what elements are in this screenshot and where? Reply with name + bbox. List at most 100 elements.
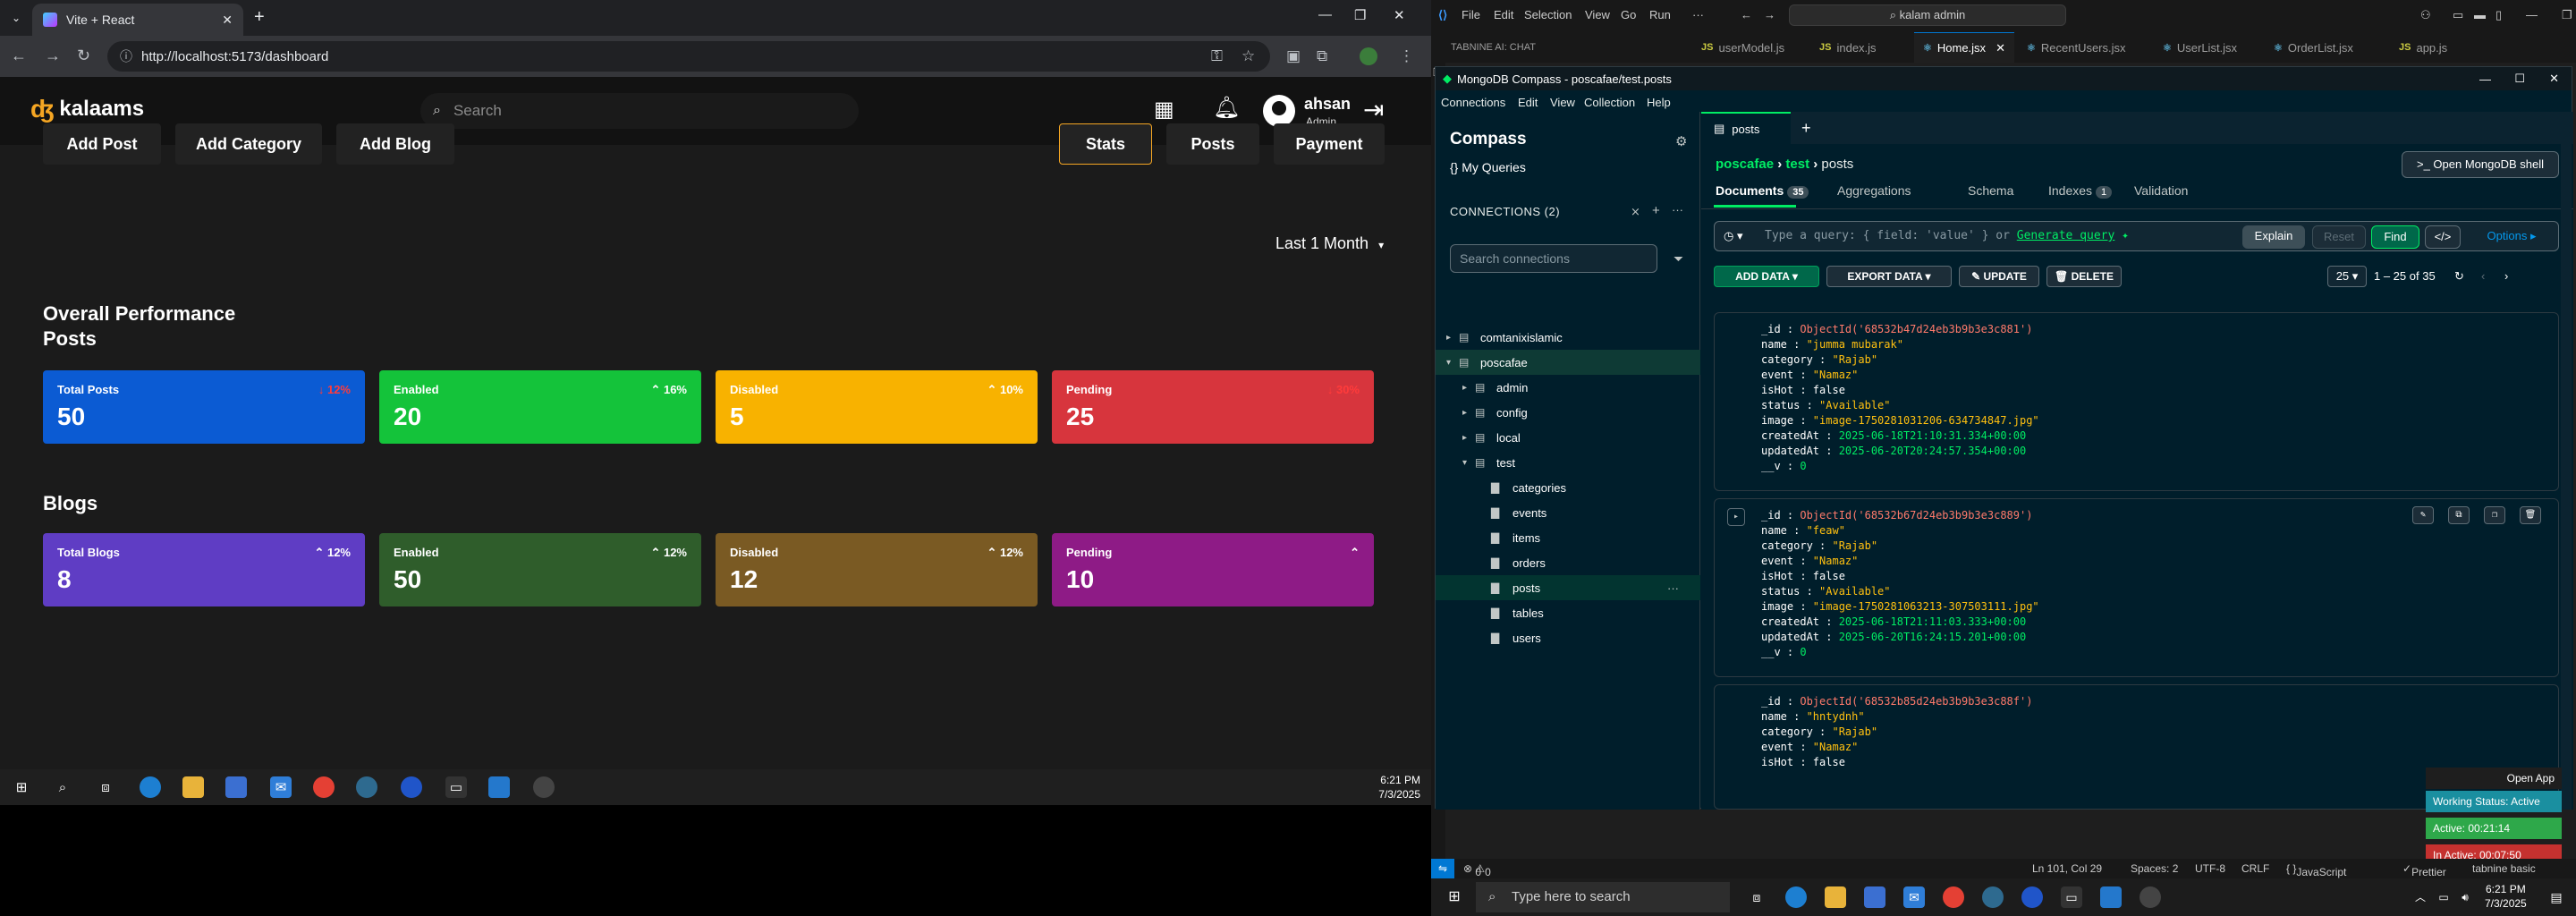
panel-icon[interactable]: ▬ (2474, 8, 2486, 21)
tab-aggregations[interactable]: Aggregations (1837, 183, 1911, 198)
menu-[interactable]: ··· (1692, 8, 1704, 21)
tree-item-posts[interactable]: ▇ posts ··· (1436, 575, 1700, 600)
tree-item-config[interactable]: ▸ ▤ config (1436, 400, 1700, 425)
posts-card[interactable]: Pending 25 ↓ 30% (1052, 370, 1374, 444)
encoding-status[interactable]: UTF-8 (2195, 862, 2225, 875)
tab-homejsx[interactable]: ⚛ Home.jsx ✕ (1914, 32, 2014, 63)
reset-button[interactable]: Reset (2312, 225, 2366, 249)
chrome-icon[interactable] (1943, 886, 1964, 908)
close-window-icon[interactable]: ✕ (1394, 7, 1405, 23)
bookmark-star-icon[interactable]: ☆ (1241, 47, 1255, 65)
nav-back-icon[interactable]: ← (1741, 8, 1752, 21)
notification-bell-icon[interactable]: 🔔︎ (1213, 95, 1240, 121)
crumb-connection[interactable]: poscafae (1716, 157, 1774, 172)
posts-card[interactable]: Enabled 20 ⌃ 16% (379, 370, 701, 444)
delete-document-icon[interactable]: 🗑︎ (2520, 506, 2541, 524)
chrome-icon[interactable] (313, 776, 335, 798)
tab-documents[interactable]: Documents 35 (1716, 183, 1809, 199)
menu-edit[interactable]: Edit (1494, 8, 1513, 21)
apps-grid-icon[interactable]: ▦ (1154, 97, 1174, 123)
language-status[interactable]: { } JavaScript JSX (2286, 862, 2346, 891)
prettier-status[interactable]: ✓ Prettier (2402, 862, 2446, 878)
back-icon[interactable]: ← (11, 47, 27, 65)
search-icon[interactable]: ⌕ (52, 776, 73, 798)
options-button[interactable]: Options ▸ (2471, 225, 2552, 249)
vscode-icon[interactable] (488, 776, 510, 798)
app-icon[interactable] (356, 776, 377, 798)
more-options-icon[interactable]: ··· (1672, 203, 1683, 216)
document-card[interactable]: _id : ObjectId('68532b47d24eb3b9b3e3c881… (1714, 312, 2559, 491)
tab-indexjs[interactable]: JS index.js (1810, 32, 1909, 63)
tab-search-icon[interactable]: ⌄ (5, 9, 27, 27)
taskbar-search-input[interactable]: ⌕ Type here to search (1476, 882, 1730, 912)
refresh-icon[interactable]: ↻ (2454, 269, 2464, 284)
tab-tabnineaichat[interactable]: TABNINE AI: CHAT (1442, 32, 1558, 63)
add-connection-icon[interactable]: + (1652, 203, 1660, 218)
chevron-right-icon[interactable]: ▸ (1446, 333, 1459, 343)
chevron-down-icon[interactable]: ▾ (1446, 358, 1459, 368)
kalaams-logo[interactable]: ʤ kalaams (30, 95, 144, 123)
file-explorer-icon[interactable] (1825, 886, 1846, 908)
settings-gear-icon[interactable]: ⚙ (1675, 133, 1687, 149)
command-center[interactable]: ⌕ kalam admin (1789, 4, 2066, 26)
tray-arrow-icon[interactable]: ︿ (2410, 886, 2431, 908)
compass-icon[interactable] (2140, 886, 2161, 908)
tree-item-admin[interactable]: ▸ ▤ admin (1436, 375, 1700, 400)
tree-item-users[interactable]: ▇ users (1436, 625, 1700, 650)
new-tab-icon[interactable]: + (254, 7, 265, 28)
add-data-button[interactable]: ADD DATA ▾ (1714, 266, 1819, 287)
network-icon[interactable]: ▭ (2433, 886, 2454, 908)
extension-icon[interactable]: ▣ (1286, 47, 1301, 65)
delete-button[interactable]: 🗑︎ DELETE (2046, 266, 2122, 287)
collapse-icon[interactable]: ⨯ (1631, 205, 1640, 219)
search-connections-input[interactable]: Search connections (1450, 244, 1657, 273)
zoom-icon[interactable] (2021, 886, 2043, 908)
clock[interactable]: 6:21 PM 7/3/2025 (2485, 882, 2527, 911)
restore-icon[interactable]: ❐ (1354, 7, 1366, 23)
minimize-icon[interactable]: — (2526, 8, 2538, 21)
clock[interactable]: 6:21 PM 7/3/2025 (1378, 773, 1420, 802)
search-input[interactable]: ⌕ Search (420, 93, 859, 129)
edge-icon[interactable] (1785, 886, 1807, 908)
store-icon[interactable] (225, 776, 247, 798)
profile-icon[interactable] (1360, 47, 1377, 65)
logout-icon[interactable]: ⇥ (1363, 95, 1384, 124)
compass-icon[interactable] (533, 776, 555, 798)
address-bar[interactable]: ⓘ http://localhost:5173/dashboard (107, 41, 1270, 72)
tree-item-comtanixislamic[interactable]: ▸ ▤ comtanixislamic (1436, 325, 1700, 350)
tab-orderlistjsx[interactable]: ⚛ OrderList.jsx (2265, 32, 2385, 63)
sidebar-icon[interactable]: ▯ (2496, 8, 2502, 22)
copy-document-icon[interactable]: ⧉ (2448, 506, 2470, 524)
close-tab-icon[interactable]: ✕ (1996, 41, 2005, 55)
minimize-icon[interactable]: — (2479, 72, 2491, 86)
tree-item-poscafae[interactable]: ▾ ▤ poscafae (1436, 350, 1700, 375)
task-view-icon[interactable]: ⧈ (95, 776, 116, 798)
scrollbar[interactable] (2561, 112, 2572, 810)
tree-item-test[interactable]: ▾ ▤ test (1436, 450, 1700, 475)
tree-item-local[interactable]: ▸ ▤ local (1436, 425, 1700, 450)
edit-document-icon[interactable]: ✎ (2412, 506, 2434, 524)
posts-card[interactable]: Total Posts 50 ↓ 12% (43, 370, 365, 444)
menu-go[interactable]: Go (1621, 8, 1636, 21)
mail-icon[interactable]: ✉ (1903, 886, 1925, 908)
mail-icon[interactable]: ✉ (270, 776, 292, 798)
tree-item-categories[interactable]: ▇ categories (1436, 475, 1700, 500)
reload-icon[interactable]: ↻ (77, 47, 90, 65)
tabnine-status[interactable]: tabnine basic (2472, 862, 2536, 875)
minimize-icon[interactable]: — (1318, 7, 1332, 22)
start-icon[interactable]: ⊞ (11, 776, 32, 798)
tab-indexes[interactable]: Indexes 1 (2048, 183, 2113, 199)
extensions-puzzle-icon[interactable]: ⧉ (1317, 47, 1327, 65)
explain-button[interactable]: Explain (2242, 225, 2305, 249)
tab-appjs[interactable]: JS app.js (2390, 32, 2470, 63)
more-options-icon[interactable]: ··· (1667, 581, 1679, 595)
chevron-right-icon[interactable]: ▸ (1462, 383, 1475, 393)
new-tab-icon[interactable]: + (1801, 119, 1811, 138)
remote-icon[interactable]: ⇋ (1431, 859, 1454, 878)
add-blog-button[interactable]: Add Blog (336, 123, 454, 165)
file-explorer-icon[interactable] (182, 776, 204, 798)
export-data-button[interactable]: EXPORT DATA ▾ (1826, 266, 1952, 287)
tab-posts[interactable]: Posts (1166, 123, 1259, 165)
terminal-icon[interactable]: ▭ (445, 776, 467, 798)
code-view-icon[interactable]: </> (2425, 225, 2461, 249)
